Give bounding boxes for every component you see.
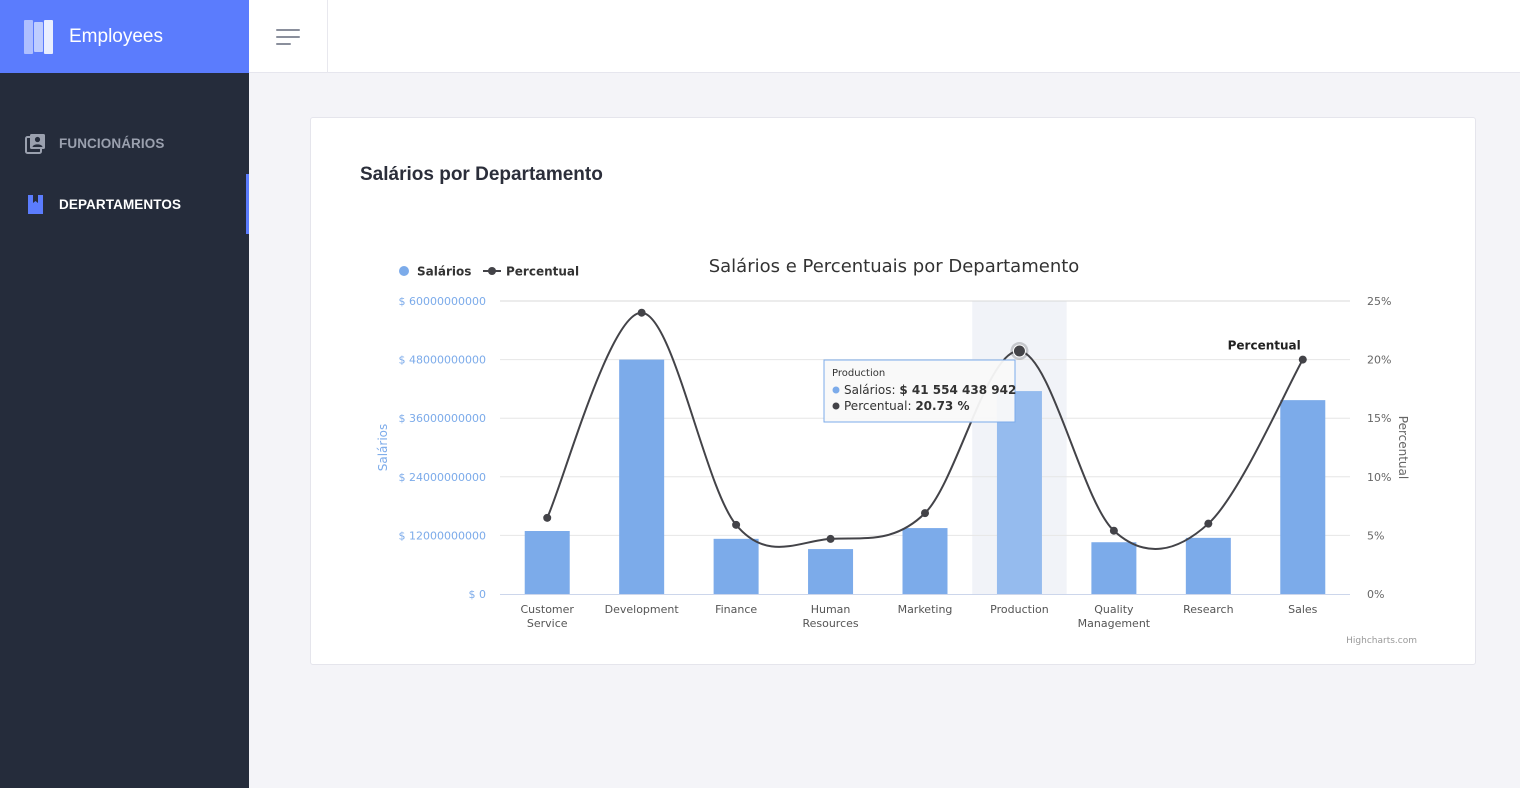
bar [808, 549, 854, 594]
x-tick-label: Research [1183, 603, 1233, 616]
sidebar-item-funcionarios[interactable]: FUNCIONÁRIOS [0, 113, 249, 173]
x-tick-label: Marketing [898, 603, 953, 616]
y-left-tick-label: $ 12000000000 [399, 529, 486, 542]
sidebar: FUNCIONÁRIOS DEPARTAMENTOS [0, 73, 249, 788]
percent-point [732, 520, 741, 529]
hamburger-menu-button[interactable] [249, 0, 328, 73]
y-left-tick-label: $ 24000000000 [399, 471, 486, 484]
legend-label-salarios: Salários [417, 265, 471, 279]
tooltip-marker [832, 386, 840, 394]
y-right-tick-label: 25% [1367, 295, 1391, 308]
bar [1091, 542, 1137, 594]
sidebar-item-label: DEPARTAMENTOS [59, 196, 182, 212]
top-bar [249, 0, 1520, 73]
salary-chart: $ 0 $ 12000000000 $ 24000000000 $ 360000000… [376, 256, 1417, 646]
legend-marker-salarios [399, 266, 409, 276]
percent-point [921, 509, 929, 518]
brand-title: Employees [69, 25, 163, 47]
chart-title: Salários e Percentuais por Departamento [709, 256, 1080, 277]
y-right-axis-label: Percentual [1396, 416, 1410, 479]
y-left-tick-label: $ 60000000000 [399, 295, 486, 308]
legend-label-percentual: Percentual [506, 265, 579, 279]
x-tick-label: Human Resources [802, 603, 858, 630]
tooltip-header: Production [832, 368, 885, 379]
sidebar-item-departamentos[interactable]: DEPARTAMENTOS [0, 174, 249, 234]
bar [713, 538, 759, 594]
contacts-icon [25, 133, 46, 154]
percent-point [543, 513, 552, 522]
x-tick-label: Customer Service [521, 603, 575, 630]
percent-point [1109, 526, 1118, 535]
y-right-tick-label: 20% [1367, 354, 1391, 367]
bar [902, 528, 948, 594]
y-right-tick-label: 0% [1367, 588, 1384, 601]
y-left-tick-label: $ 0 [469, 588, 487, 601]
bar [524, 531, 570, 594]
bar [619, 359, 665, 594]
percent-point [637, 308, 646, 317]
sidebar-item-label: FUNCIONÁRIOS [59, 135, 165, 151]
y-right-tick-label: 5% [1367, 529, 1384, 542]
y-left-tick-label: $ 48000000000 [399, 354, 486, 367]
chart-card: Salários por Departamento $ 0 $ 120000000… [310, 117, 1476, 665]
x-tick-label: Production [990, 603, 1049, 616]
percent-point [826, 534, 835, 543]
bar [1185, 537, 1231, 594]
logo-icon [24, 19, 54, 54]
bookmark-icon [25, 194, 46, 215]
x-tick-label: Development [605, 603, 680, 616]
brand-header[interactable]: Employees [0, 0, 249, 73]
percent-point [1012, 344, 1026, 358]
tooltip-marker [832, 402, 840, 410]
percent-point [1298, 355, 1307, 364]
tooltip-row: Salários: $ 41 554 438 942 [844, 383, 1016, 397]
tooltip-row: Percentual: 20.73 % [844, 399, 969, 413]
x-tick-label: Finance [715, 603, 757, 616]
x-tick-label: Sales [1288, 603, 1318, 616]
y-left-axis-label: Salários [376, 424, 390, 472]
bar [1280, 400, 1326, 594]
chart-credits: Highcharts.com [1346, 636, 1417, 646]
legend-marker-percentual [488, 267, 496, 275]
y-left-tick-label: $ 36000000000 [399, 412, 486, 425]
series-end-label: Percentual [1228, 339, 1301, 353]
y-right-tick-label: 10% [1367, 471, 1391, 484]
percent-point [1204, 519, 1213, 528]
x-tick-label: Quality Management [1078, 603, 1151, 630]
y-right-tick-label: 15% [1367, 412, 1391, 425]
